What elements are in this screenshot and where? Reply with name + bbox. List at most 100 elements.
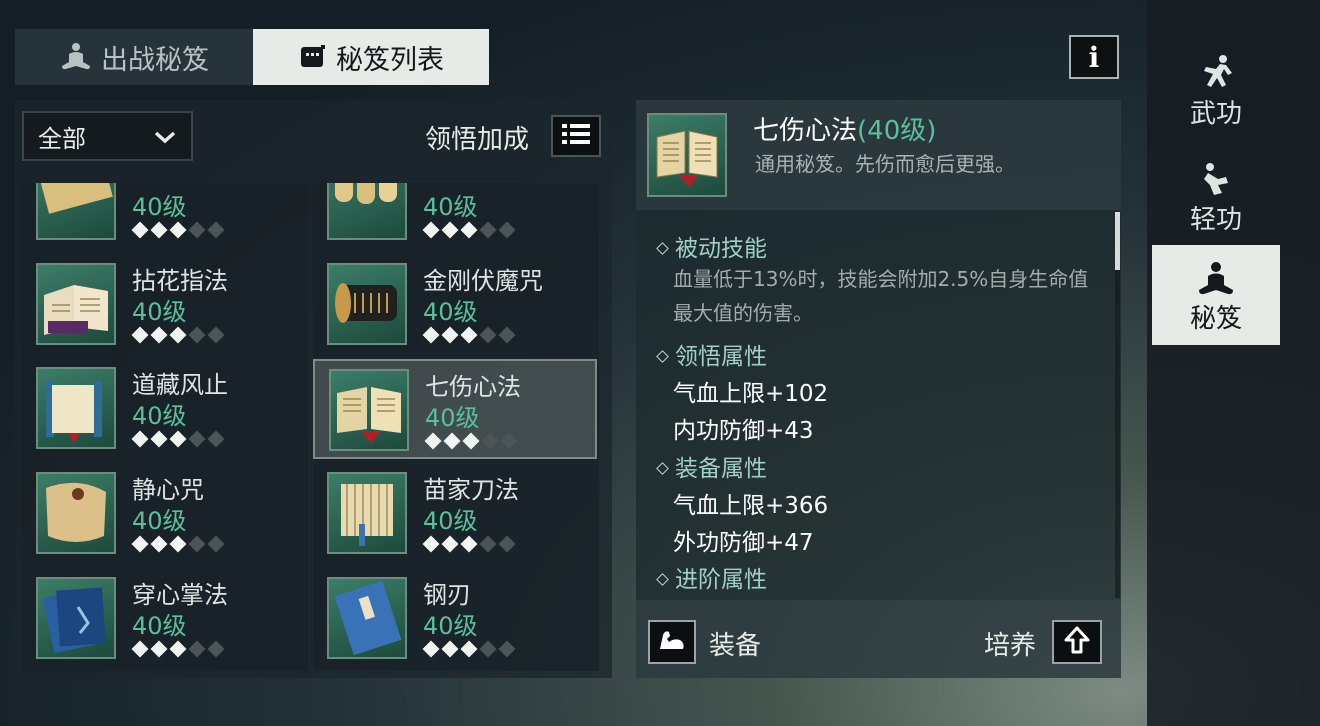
manual-level: 40级: [423, 507, 478, 535]
scroll-book-icon: [298, 42, 328, 72]
tab-list-label: 秘笈列表: [336, 44, 444, 76]
star-rating: [131, 640, 225, 658]
train-button[interactable]: [1052, 620, 1102, 664]
star-rating: [131, 221, 225, 239]
star-icon: [500, 432, 518, 450]
star-icon: [441, 326, 459, 344]
star-icon: [131, 535, 149, 553]
manual-level: 40级: [132, 402, 187, 430]
diamond-bullet-icon: [656, 350, 669, 363]
star-icon: [422, 221, 440, 239]
flex-arm-icon: [657, 627, 687, 657]
detail-scrollbar-thumb[interactable]: [1115, 212, 1120, 270]
star-icon: [207, 326, 225, 344]
section-equip-label: 装备属性: [675, 456, 767, 482]
star-icon: [479, 535, 497, 553]
star-icon: [169, 326, 187, 344]
star-icon: [188, 326, 206, 344]
sidebar-item-manuals[interactable]: 秘笈: [1152, 245, 1280, 345]
sidebar-lightness-label: 轻功: [1189, 204, 1242, 235]
sidebar-item-martial-arts[interactable]: 武功: [1152, 40, 1280, 140]
star-icon: [481, 432, 499, 450]
list-view-button[interactable]: [551, 115, 601, 157]
star-rating: [422, 326, 516, 344]
star-icon: [460, 535, 478, 553]
manual-list-item[interactable]: 金刚伏魔咒 40级: [313, 255, 597, 355]
star-icon: [460, 221, 478, 239]
comprehend-attr: 气血上限+102: [673, 381, 829, 407]
equip-label[interactable]: 装备: [709, 625, 761, 662]
star-icon: [188, 221, 206, 239]
star-icon: [441, 640, 459, 658]
equip-button[interactable]: [648, 620, 696, 664]
info-icon: i: [1088, 40, 1100, 74]
manual-level: 40级: [423, 298, 478, 326]
star-icon: [207, 221, 225, 239]
star-icon: [443, 432, 461, 450]
star-icon: [207, 535, 225, 553]
train-label[interactable]: 培养: [984, 625, 1036, 662]
star-icon: [441, 221, 459, 239]
star-icon: [462, 432, 480, 450]
star-icon: [498, 221, 516, 239]
star-icon: [498, 640, 516, 658]
info-button[interactable]: i: [1069, 35, 1119, 79]
manual-list-item[interactable]: 穿心掌法 40级: [22, 569, 306, 669]
equip-attr: 外功防御+47: [673, 530, 814, 556]
star-icon: [479, 221, 497, 239]
tab-manual-list[interactable]: 秘笈列表: [253, 29, 489, 85]
manual-level: 40级: [423, 193, 478, 221]
manual-name: 钢刃: [423, 581, 471, 609]
detail-name: 七伤心法: [753, 116, 858, 146]
star-rating: [422, 535, 516, 553]
manual-thumbnail: [36, 367, 116, 449]
manual-level: 40级: [132, 507, 187, 535]
star-icon: [169, 221, 187, 239]
sidebar-item-lightness-skill[interactable]: 轻功: [1152, 146, 1280, 246]
manual-list-item[interactable]: 苗家刀法 40级: [313, 464, 597, 564]
chevron-down-icon: [153, 125, 177, 155]
section-advance-title: 进阶属性: [654, 560, 767, 594]
sidebar-manual-label: 秘笈: [1189, 303, 1242, 334]
star-icon: [207, 640, 225, 658]
manual-level: 40级: [425, 404, 480, 432]
category-filter-dropdown[interactable]: 全部: [22, 111, 193, 161]
manual-level: 40级: [423, 612, 478, 640]
tab-deployed-label: 出战秘笈: [101, 44, 209, 76]
detail-subtitle: 通用秘笈。先伤而愈后更强。: [755, 152, 1015, 176]
manual-list-item[interactable]: 钢刃 40级: [313, 569, 597, 669]
star-icon: [460, 640, 478, 658]
star-icon: [150, 326, 168, 344]
manual-thumbnail: [36, 472, 116, 554]
star-rating: [131, 535, 225, 553]
manual-thumbnail: [36, 577, 116, 659]
star-rating: [422, 640, 516, 658]
list-icon: [561, 122, 591, 150]
manual-list-item[interactable]: 拈花指法 40级: [22, 255, 306, 355]
manual-list-item[interactable]: 道藏风止 40级: [22, 359, 306, 459]
manual-thumbnail: [327, 263, 407, 345]
detail-level: (40级): [857, 116, 937, 146]
star-icon: [131, 221, 149, 239]
star-icon: [188, 430, 206, 448]
diamond-bullet-icon: [656, 573, 669, 586]
manual-level: 40级: [132, 193, 187, 221]
manual-thumbnail: [36, 263, 116, 345]
star-rating: [424, 432, 518, 450]
manual-list-item[interactable]: 七伤心法 40级: [313, 359, 597, 459]
star-icon: [479, 326, 497, 344]
manual-level: 40级: [132, 298, 187, 326]
comprehend-attr: 内功防御+43: [673, 418, 814, 444]
upgrade-arrow-icon: [1064, 626, 1090, 658]
star-icon: [498, 326, 516, 344]
star-icon: [441, 535, 459, 553]
meditation-icon: [59, 42, 93, 72]
star-icon: [131, 430, 149, 448]
tab-deployed-manuals[interactable]: 出战秘笈: [15, 29, 253, 85]
star-icon: [169, 430, 187, 448]
flying-figure-icon: [1196, 157, 1236, 199]
star-icon: [188, 535, 206, 553]
manual-list-item[interactable]: 静心咒 40级: [22, 464, 306, 564]
star-icon: [131, 326, 149, 344]
star-rating: [422, 221, 516, 239]
